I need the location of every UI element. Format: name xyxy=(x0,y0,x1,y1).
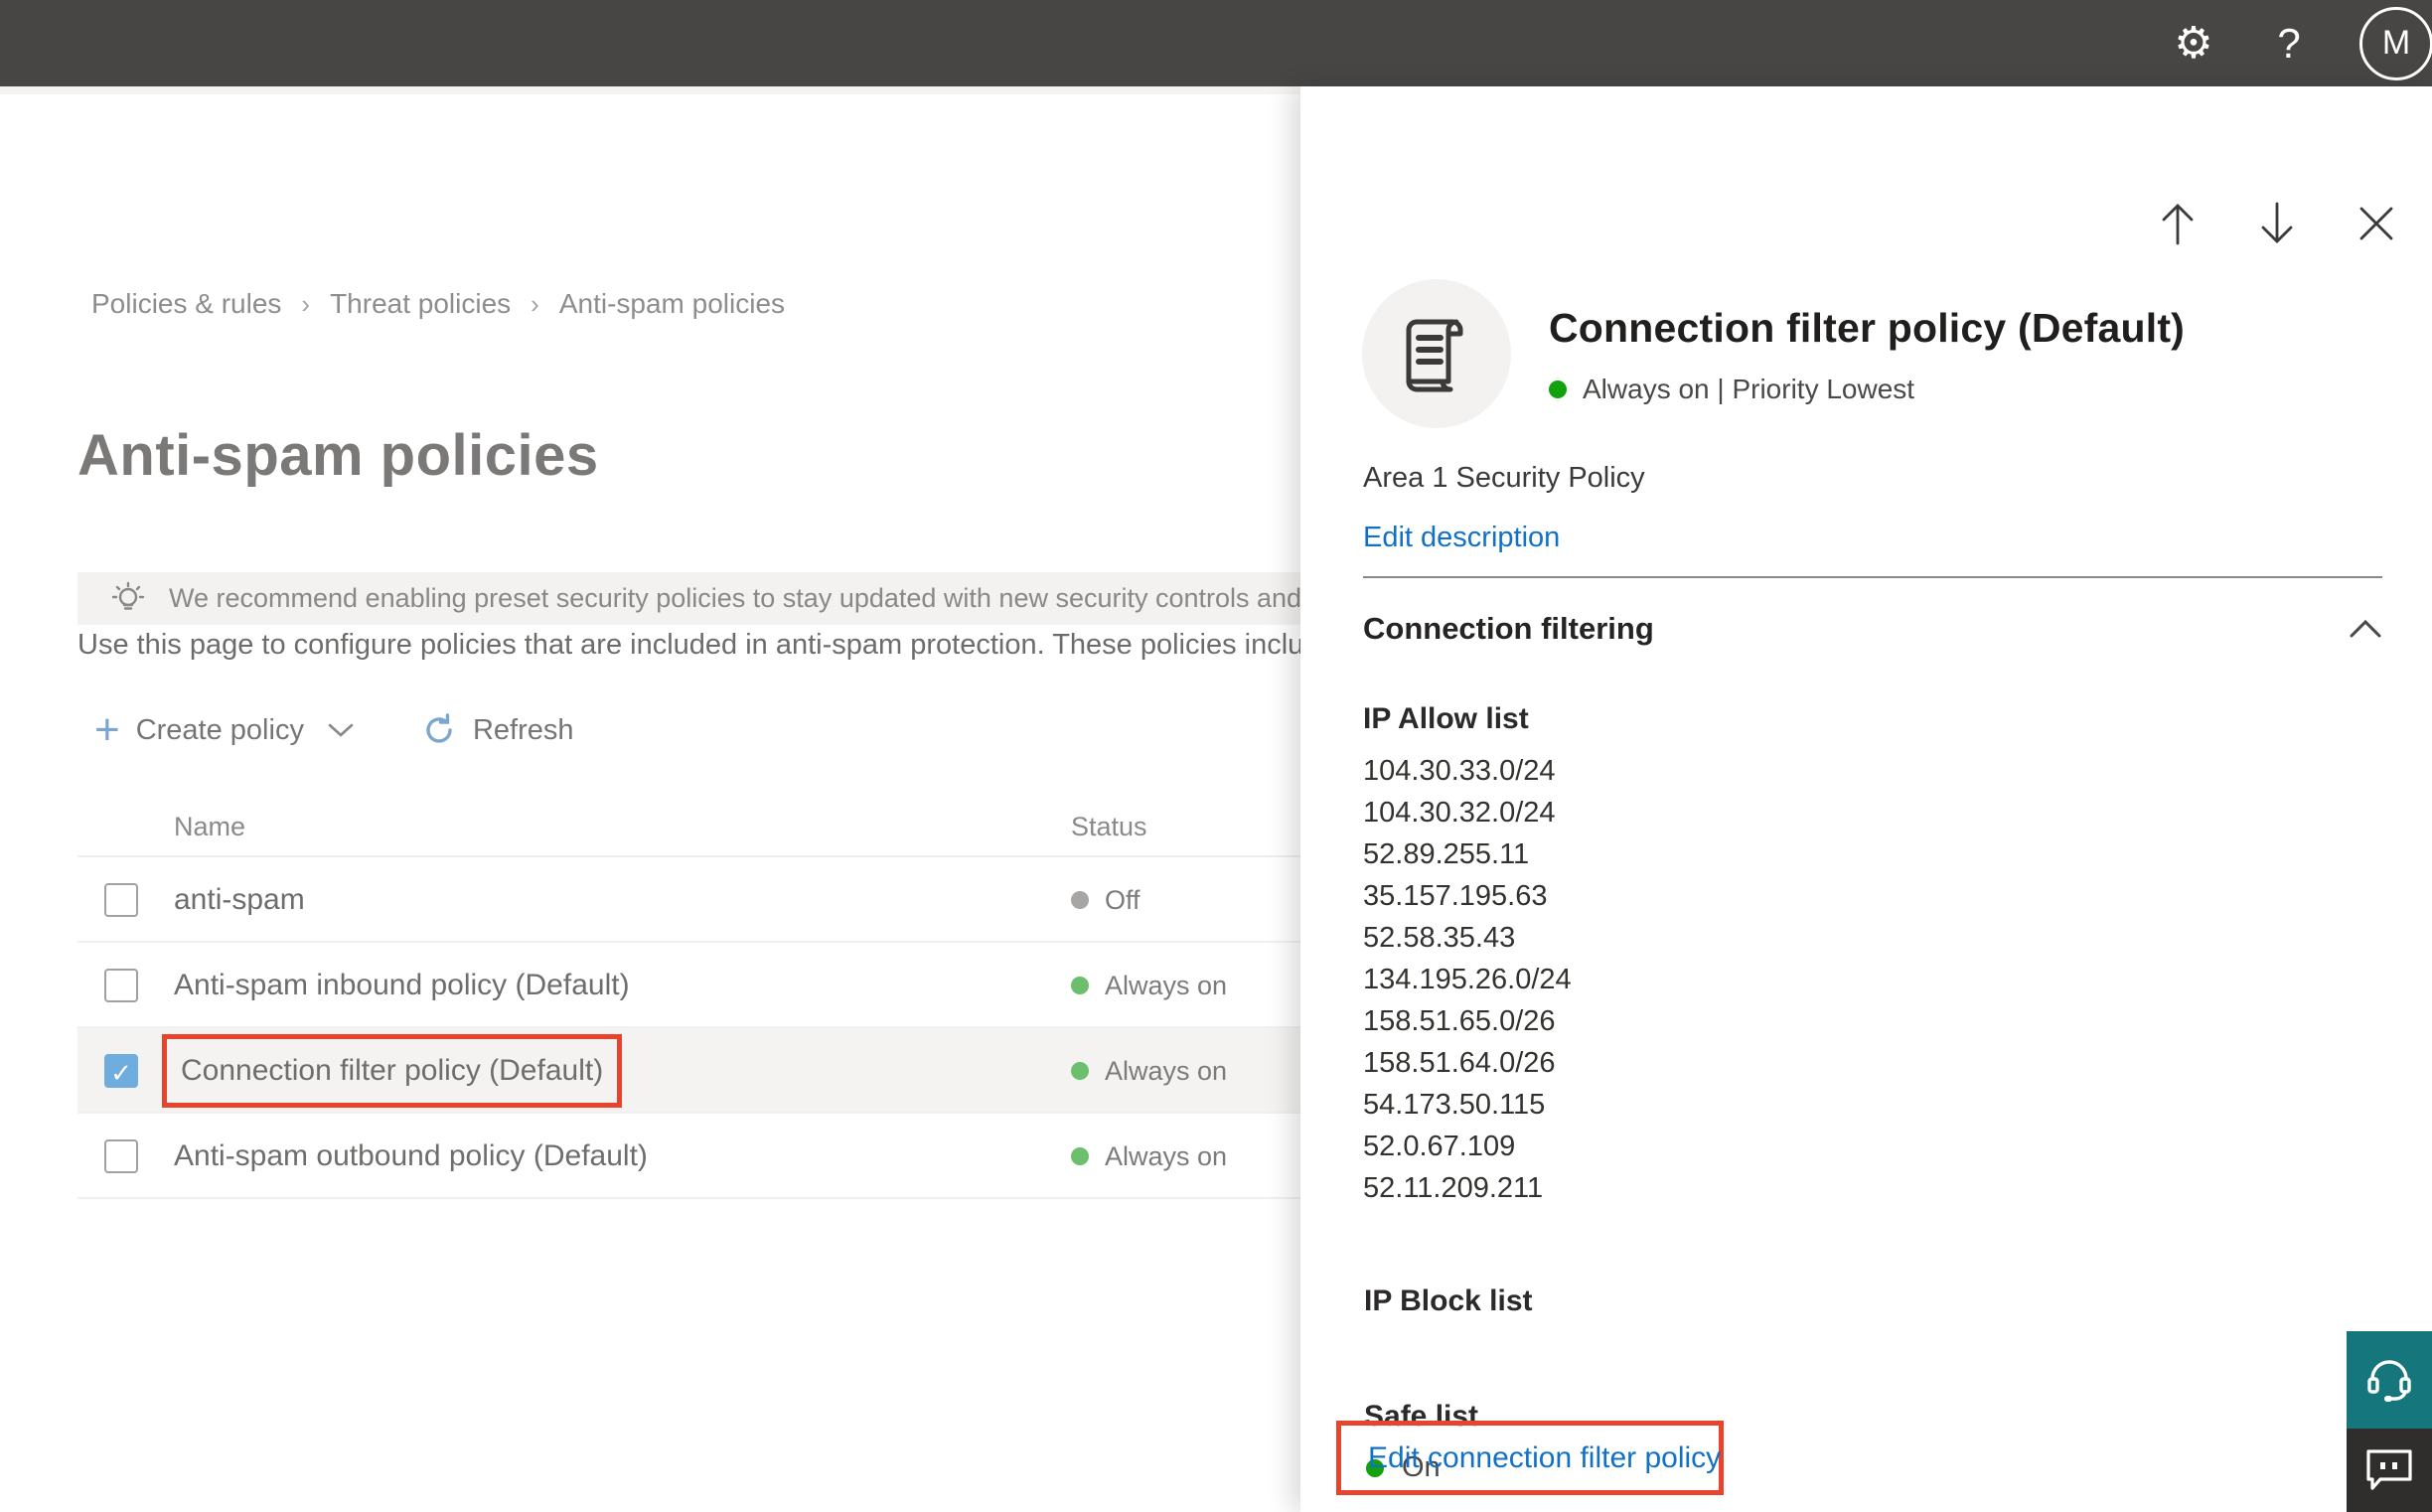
feedback-button[interactable] xyxy=(2347,1429,2432,1512)
status-text: Always on xyxy=(1105,970,1228,1000)
page-title: Anti-spam policies xyxy=(77,423,599,488)
ip-allow-entry: 104.30.32.0/24 xyxy=(1363,797,1556,829)
status-dot-green xyxy=(1071,1147,1089,1165)
app-topbar: ⚙ ? M xyxy=(0,0,2432,86)
column-header-status[interactable]: Status xyxy=(1071,812,1147,842)
table-header: Name Status xyxy=(77,790,1300,857)
ip-allow-list-label: IP Allow list xyxy=(1363,702,1529,735)
status-dot-green xyxy=(1071,977,1089,994)
policy-name[interactable]: Connection filter policy (Default) xyxy=(162,1034,623,1108)
avatar: M xyxy=(2359,6,2432,80)
settings-button[interactable]: ⚙ xyxy=(2146,0,2241,86)
close-icon xyxy=(2359,207,2393,240)
row-checkbox-checked[interactable]: ✓ xyxy=(104,1054,138,1088)
table-row[interactable]: ✓ Connection filter policy (Default) Alway… xyxy=(77,1028,1300,1114)
table-row[interactable]: Anti-spam inbound policy (Default) Always… xyxy=(77,943,1300,1028)
status-dot-green xyxy=(1549,380,1567,398)
edit-connection-filter-policy-link[interactable]: Edit connection filter policy xyxy=(1368,1441,1721,1475)
create-policy-label: Create policy xyxy=(135,713,304,746)
edit-description-link[interactable]: Edit description xyxy=(1363,522,1560,554)
policy-status: Off xyxy=(1071,857,1140,943)
help-icon: ? xyxy=(2277,19,2301,67)
connection-filtering-section-header[interactable]: Connection filtering xyxy=(1363,611,2382,647)
chat-feedback-icon xyxy=(2366,1449,2412,1490)
refresh-icon xyxy=(421,712,457,748)
headset-icon xyxy=(2367,1360,2411,1402)
breadcrumb-policies-rules[interactable]: Policies & rules xyxy=(91,288,281,320)
close-flyout-button[interactable] xyxy=(2349,196,2404,251)
breadcrumb-threat-policies[interactable]: Threat policies xyxy=(330,288,511,320)
recommendation-banner: We recommend enabling preset security po… xyxy=(77,572,1300,625)
status-text: Always on xyxy=(1105,1140,1228,1171)
previous-item-button[interactable] xyxy=(2150,196,2205,251)
next-item-button[interactable] xyxy=(2249,196,2305,251)
table-body: anti-spam Off Anti-spam inbound policy (De… xyxy=(77,857,1300,1199)
ip-allow-entry: 54.173.50.115 xyxy=(1363,1089,1546,1121)
divider xyxy=(1363,576,2382,578)
ip-allow-list: 104.30.33.0/24 104.30.32.0/24 52.89.255.11… xyxy=(1363,750,1572,1209)
policy-status: Always on xyxy=(1071,1114,1227,1199)
lightbulb-icon xyxy=(109,580,147,618)
page-description: Use this page to configure policies that… xyxy=(77,629,1300,661)
breadcrumb-separator: › xyxy=(531,288,539,319)
gear-icon: ⚙ xyxy=(2174,18,2213,68)
ip-allow-entry: 104.30.33.0/24 xyxy=(1363,755,1556,787)
status-dot-green xyxy=(1071,1062,1089,1080)
policy-details-flyout: Connection filter policy (Default) Alway… xyxy=(1300,86,2432,1512)
breadcrumb-anti-spam-policies[interactable]: Anti-spam policies xyxy=(559,288,785,320)
refresh-label: Refresh xyxy=(472,713,574,746)
flyout-status-text: Always on | Priority Lowest xyxy=(1583,374,1915,404)
table-row[interactable]: Anti-spam outbound policy (Default) Alway… xyxy=(77,1114,1300,1199)
flyout-title: Connection filter policy (Default) xyxy=(1549,305,2186,351)
ip-allow-entry: 158.51.64.0/26 xyxy=(1363,1047,1556,1079)
flyout-controls xyxy=(2150,196,2404,251)
banner-text: We recommend enabling preset security po… xyxy=(169,583,1300,613)
policy-name[interactable]: Anti-spam inbound policy (Default) xyxy=(174,943,630,1028)
ip-allow-entry: 52.89.255.11 xyxy=(1363,838,1530,870)
plus-icon: + xyxy=(94,705,120,754)
account-button[interactable]: M xyxy=(2337,0,2432,86)
chevron-down-icon xyxy=(328,722,354,738)
toolbar: + Create policy Refresh xyxy=(94,708,574,752)
ip-block-list-label: IP Block list xyxy=(1364,1285,1533,1317)
row-checkbox[interactable] xyxy=(104,969,138,1002)
policy-icon-circle xyxy=(1362,279,1511,428)
policy-status: Always on xyxy=(1071,943,1227,1028)
column-header-name[interactable]: Name xyxy=(174,812,245,842)
ip-allow-entry: 52.0.67.109 xyxy=(1363,1131,1516,1162)
policy-status: Always on xyxy=(1071,1028,1227,1114)
breadcrumb: Policies & rules › Threat policies › Ant… xyxy=(91,288,785,320)
main-content: Policies & rules › Threat policies › Ant… xyxy=(0,94,1300,1512)
ip-allow-entry: 134.195.26.0/24 xyxy=(1363,964,1572,995)
ip-allow-entry: 52.11.209.211 xyxy=(1363,1172,1544,1204)
refresh-button[interactable]: Refresh xyxy=(421,712,574,748)
ip-allow-entry: 158.51.65.0/26 xyxy=(1363,1005,1556,1037)
breadcrumb-separator: › xyxy=(301,288,311,319)
policy-description: Area 1 Security Policy xyxy=(1363,462,1645,494)
policy-name[interactable]: Anti-spam outbound policy (Default) xyxy=(174,1114,648,1199)
screen: ⚙ ? M Policies & rules › Threat policies… xyxy=(0,0,2432,1512)
arrow-down-icon xyxy=(2261,202,2293,243)
policy-table: Name Status anti-spam Off Anti-spam inboun… xyxy=(77,790,1300,1199)
table-row[interactable]: anti-spam Off xyxy=(77,857,1300,943)
ip-allow-entry: 52.58.35.43 xyxy=(1363,922,1516,954)
policy-name[interactable]: anti-spam xyxy=(174,857,305,943)
support-button[interactable] xyxy=(2347,1331,2432,1429)
ip-allow-entry: 35.157.195.63 xyxy=(1363,880,1548,912)
help-button[interactable]: ? xyxy=(2241,0,2337,86)
chevron-up-icon xyxy=(2350,619,2381,638)
edit-link-highlight-box: Edit connection filter policy xyxy=(1336,1421,1724,1495)
status-text: Always on xyxy=(1105,1055,1228,1086)
scroll-policy-icon xyxy=(1406,319,1463,392)
arrow-up-icon xyxy=(2162,204,2194,245)
flyout-header: Connection filter policy (Default) Alway… xyxy=(1362,279,2185,428)
row-checkbox[interactable] xyxy=(104,883,138,917)
create-policy-button[interactable]: + Create policy xyxy=(94,708,354,752)
flyout-status: Always on | Priority Lowest xyxy=(1549,374,2185,405)
status-text: Off xyxy=(1105,884,1140,915)
section-title: Connection filtering xyxy=(1363,611,1654,646)
row-checkbox[interactable] xyxy=(104,1139,138,1173)
status-dot-gray xyxy=(1071,891,1089,909)
